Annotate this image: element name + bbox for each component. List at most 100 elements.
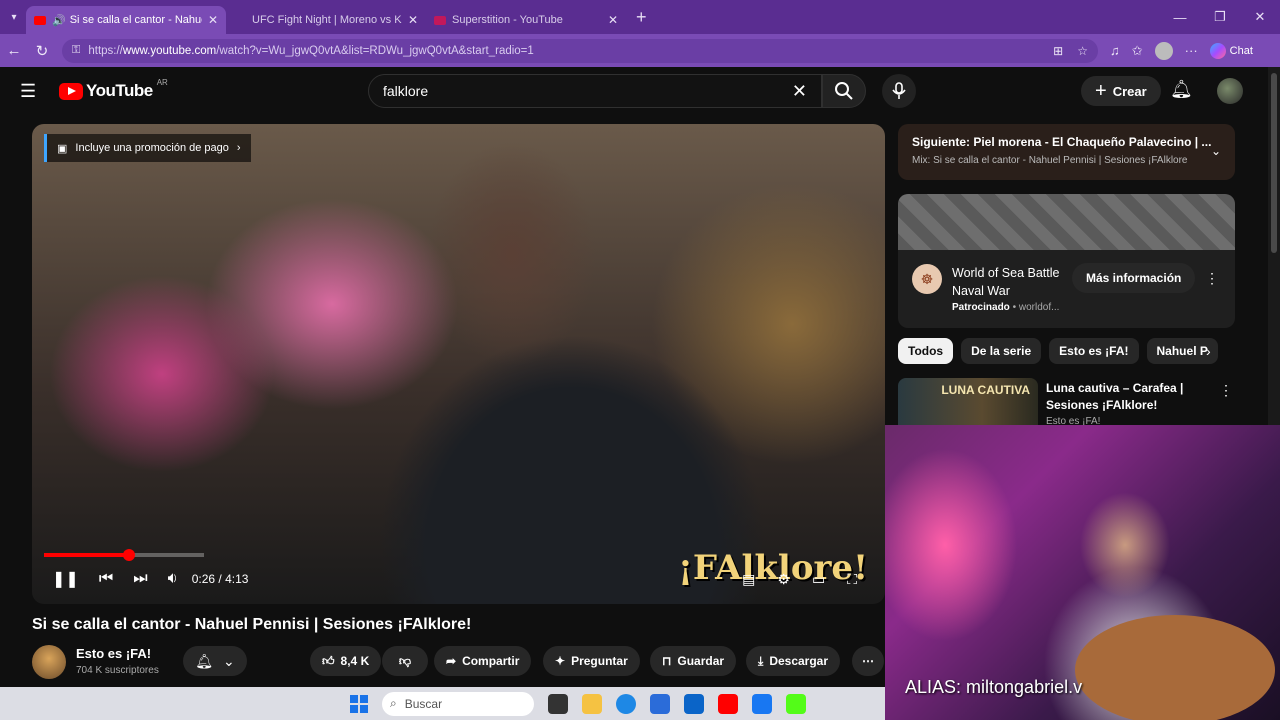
progress-played — [44, 553, 129, 557]
expand-chevron-icon[interactable]: ⌄ — [1211, 144, 1221, 158]
search-button[interactable] — [822, 74, 866, 108]
ask-button[interactable]: ✦ Preguntar — [543, 646, 640, 676]
file-explorer-icon[interactable] — [582, 693, 602, 714]
channel-avatar[interactable] — [32, 645, 66, 679]
more-info-button[interactable]: Más información — [1072, 263, 1196, 293]
favorites-icon[interactable]: ✩ — [1132, 43, 1143, 59]
chevron-down-icon: ⌄ — [223, 652, 235, 669]
progress-bar[interactable] — [44, 549, 204, 561]
taskbar-search[interactable]: ⌕ Buscar — [382, 691, 534, 716]
back-icon[interactable]: ← — [0, 42, 28, 59]
plus-icon: + — [1095, 79, 1107, 102]
taskbar-apps — [548, 693, 806, 714]
subtitles-icon[interactable]: ▤ — [742, 571, 755, 588]
promo-label: Incluye una promoción de pago — [75, 142, 229, 154]
notifications-bell-icon[interactable]: 🔔︎ — [1170, 79, 1193, 100]
youtube-favicon-icon — [34, 15, 46, 25]
up-next-panel[interactable]: Siguiente: Piel morena - El Chaqueño Pal… — [898, 124, 1235, 180]
favorite-star-icon[interactable]: ☆ — [1077, 44, 1088, 58]
tab-title: Si se calla el cantor - Nahuel P — [69, 14, 202, 26]
close-tab-icon[interactable]: ✕ — [608, 13, 618, 27]
media-control-icon[interactable]: ♫ — [1110, 43, 1120, 58]
close-window-icon[interactable]: ✕ — [1240, 9, 1280, 25]
video-title: Si se calla el cantor - Nahuel Pennisi |… — [32, 616, 472, 633]
settings-gear-icon[interactable]: ⚙ — [777, 571, 790, 588]
task-view-icon[interactable] — [548, 693, 568, 714]
download-button[interactable]: ⤓ Descargar — [746, 646, 841, 676]
recommendation-item[interactable]: LUNA CAUTIVA Luna cautiva – Carafea | Se… — [898, 378, 1235, 428]
ad-logo-icon: ☸ — [912, 264, 942, 294]
streamer-alias: ALIAS: miltongabriel.v — [905, 677, 1083, 697]
tab-title: UFC Fight Night | Moreno vs Kavar — [252, 14, 402, 26]
windows-start-icon[interactable] — [350, 694, 368, 713]
ad-menu-icon[interactable]: ⋮ — [1205, 270, 1219, 287]
chips-next-icon[interactable]: › — [1206, 343, 1211, 359]
facebook-icon[interactable] — [752, 693, 772, 714]
audio-playing-icon[interactable]: 🔊 — [52, 14, 66, 27]
chevron-right-icon: › — [236, 142, 241, 154]
search-input[interactable]: falklore ✕ — [368, 74, 822, 108]
download-icon: ⤓ — [758, 653, 764, 668]
search-icon — [835, 82, 853, 100]
ad-title: World of Sea Battle Naval War — [952, 266, 1060, 298]
site-info-icon[interactable]: ⚿ — [72, 44, 80, 57]
edge-icon[interactable] — [616, 693, 636, 714]
video-thumbnail[interactable]: LUNA CAUTIVA — [898, 378, 1038, 426]
close-tab-icon[interactable]: ✕ — [408, 13, 418, 27]
create-button[interactable]: + Crear — [1081, 76, 1161, 106]
account-avatar[interactable] — [1217, 78, 1243, 104]
paid-promotion-badge[interactable]: ▣ Incluye una promoción de pago › — [44, 134, 251, 162]
search-icon: ⌕ — [390, 696, 397, 710]
previous-icon[interactable]: ⏮ — [99, 570, 113, 588]
tab-actions-menu-icon[interactable]: ▾ — [2, 5, 26, 29]
tab-superstition[interactable]: Superstition - YouTube ✕ — [426, 6, 626, 34]
url-path: /watch?v=Wu_jgwQ0vtA&list=RDWu_jgwQ0vtA&… — [216, 44, 534, 57]
minimize-icon[interactable]: — — [1160, 10, 1200, 25]
sponsored-ad-card[interactable]: ☸ World of Sea Battle Naval War Patrocin… — [898, 194, 1235, 328]
share-icon: ➦ — [446, 654, 457, 668]
share-button[interactable]: ➦ Compartir — [434, 646, 532, 676]
refresh-icon[interactable]: ↻ — [28, 42, 56, 60]
copilot-chat-button[interactable]: Chat — [1209, 42, 1253, 59]
outlook-icon[interactable] — [684, 693, 704, 714]
address-bar[interactable]: ⚿ https://www.youtube.com/watch?v=Wu_jgw… — [62, 38, 1098, 63]
close-tab-icon[interactable]: ✕ — [208, 13, 218, 27]
scrollbar-thumb[interactable] — [1271, 73, 1277, 253]
kick-icon[interactable] — [786, 693, 806, 714]
youtube-logo[interactable]: YouTube AR — [59, 78, 168, 101]
new-tab-icon[interactable]: + — [636, 7, 647, 28]
chip-de-la-serie[interactable]: De la serie — [961, 338, 1042, 364]
more-menu-icon[interactable]: ··· — [1185, 43, 1198, 58]
like-button[interactable]: 👍︎ 8,4 K — [310, 646, 382, 676]
chip-esto-es-fa[interactable]: Esto es ¡FA! — [1049, 338, 1139, 364]
tab-youtube-active[interactable]: 🔊 Si se calla el cantor - Nahuel P ✕ — [26, 6, 226, 34]
subscription-bell-button[interactable]: 🔔︎ ⌄ — [183, 646, 247, 676]
apps-icon[interactable]: ⊞ — [1053, 44, 1063, 58]
maximize-icon[interactable]: ❐ — [1200, 9, 1240, 25]
tab-ufc[interactable]: UFC Fight Night | Moreno vs Kavar ✕ — [226, 6, 426, 34]
more-actions-button[interactable]: ⋯ — [852, 646, 884, 676]
channel-name[interactable]: Esto es ¡FA! — [76, 646, 151, 661]
store-icon[interactable] — [650, 693, 670, 714]
recommendation-menu-icon[interactable]: ⋮ — [1219, 382, 1233, 399]
scrubber-handle[interactable] — [123, 549, 135, 561]
hamburger-menu-icon[interactable]: ☰ — [20, 81, 36, 102]
miniplayer-icon[interactable]: ▭ — [812, 571, 825, 588]
clear-search-icon[interactable]: ✕ — [792, 81, 807, 102]
dislike-button[interactable]: 👎︎ — [382, 646, 428, 676]
youtube-app-icon[interactable] — [718, 693, 738, 714]
profile-avatar[interactable] — [1154, 41, 1173, 60]
guitar-shape — [1075, 615, 1275, 720]
pause-icon[interactable]: ❚❚ — [52, 569, 79, 589]
recommendation-title[interactable]: Luna cautiva – Carafea | Sesiones ¡FAlkl… — [1046, 380, 1206, 414]
volume-icon[interactable]: 🔉︎ — [168, 570, 178, 588]
voice-search-button[interactable] — [882, 74, 916, 108]
bookmark-icon: ⊓ — [662, 654, 672, 668]
ad-sponsor-line: Patrocinado • worldof... — [952, 302, 1060, 313]
next-icon[interactable]: ⏭ — [133, 570, 147, 588]
fullscreen-icon[interactable]: ⛶ — [847, 571, 857, 588]
video-player[interactable]: ▣ Incluye una promoción de pago › ¡FAlkl… — [32, 124, 885, 604]
save-button[interactable]: ⊓ Guardar — [650, 646, 737, 676]
chip-todos[interactable]: Todos — [898, 338, 954, 364]
time-display: 0:26 / 4:13 — [191, 572, 249, 586]
